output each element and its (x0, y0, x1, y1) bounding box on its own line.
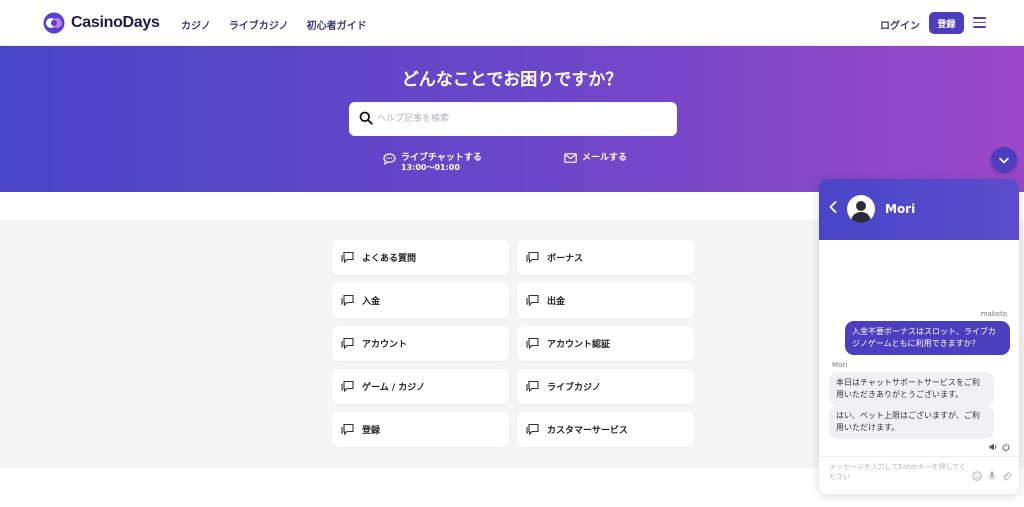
chat-bubble-icon (383, 153, 396, 165)
help-topic-icon (526, 337, 539, 350)
brand-name: CasinoDays (71, 14, 160, 31)
category-withdrawal[interactable]: 出金 (517, 283, 694, 318)
search-bar (349, 102, 677, 136)
live-chat-hours: 13:00〜01:00 (401, 163, 460, 172)
attachment-icon[interactable] (1002, 471, 1011, 481)
chat-composer (819, 456, 1019, 494)
page-title: どんなことでお困りですか？ (401, 70, 623, 90)
help-topic-icon (526, 294, 539, 307)
chat-header: Mori (819, 179, 1019, 240)
help-topic-icon (341, 380, 354, 393)
category-games-casino[interactable]: ゲーム / カジノ (332, 369, 509, 404)
category-label: 出金 (547, 297, 566, 307)
chat-collapse-button[interactable] (991, 147, 1017, 173)
help-topic-icon (341, 423, 354, 436)
category-label: ボーナス (547, 254, 584, 264)
category-account[interactable]: アカウント (332, 326, 509, 361)
help-topic-icon (341, 294, 354, 307)
help-topic-icon (526, 251, 539, 264)
category-customer-service[interactable]: カスタマーサービス (517, 412, 694, 447)
brand-logo[interactable]: CasinoDays (42, 12, 160, 34)
help-topic-icon (341, 251, 354, 264)
user-sender-label: makoto (980, 310, 1007, 318)
email-label: メールする (582, 153, 628, 163)
casino-days-logo-icon (43, 12, 65, 34)
search-icon (359, 111, 373, 125)
help-topic-icon (341, 337, 354, 350)
email-link[interactable]: メールする (564, 153, 627, 163)
user-message: 入金不要ボーナスはスロット、ライブカジノゲームともに利用できますか？ (845, 321, 1010, 355)
live-chat-widget: Mori makoto 入金不要ボーナスはスロット、ライブカジノゲームともに利用… (819, 179, 1019, 494)
category-label: 登録 (362, 426, 381, 436)
category-faq[interactable]: よくある質問 (332, 240, 509, 275)
main-nav: カジノ ライブカジノ 初心者ガイド (181, 17, 367, 32)
agent-sender-label: Mori (832, 361, 848, 369)
live-chat-link[interactable]: ライブチャットする 13:00〜01:00 (383, 153, 482, 173)
chat-message-input[interactable] (829, 462, 969, 490)
mail-icon (564, 153, 577, 163)
live-chat-label: ライブチャットする (401, 153, 482, 163)
category-label: ゲーム / カジノ (362, 383, 426, 393)
category-label: 入金 (362, 297, 381, 307)
chevron-down-icon (999, 157, 1009, 163)
message-tools (989, 443, 1010, 451)
agent-message: 本日はチャットサポートサービスをご利用いただきありがとうございます。 (829, 372, 994, 406)
emoji-icon[interactable] (972, 471, 982, 481)
help-topic-icon (526, 380, 539, 393)
login-link[interactable]: ログイン (880, 17, 920, 32)
agent-avatar (847, 195, 875, 223)
category-deposit[interactable]: 入金 (332, 283, 509, 318)
nav-link-casino[interactable]: カジノ (181, 17, 211, 32)
category-label: アカウント (362, 340, 408, 350)
composer-actions (972, 471, 1011, 481)
category-account-verification[interactable]: アカウント認証 (517, 326, 694, 361)
register-button[interactable]: 登録 (929, 12, 964, 34)
power-icon[interactable] (1002, 443, 1010, 451)
help-topic-icon (526, 423, 539, 436)
category-label: ライブカジノ (547, 383, 601, 393)
category-live-casino[interactable]: ライブカジノ (517, 369, 694, 404)
back-arrow-icon[interactable] (829, 201, 837, 213)
category-label: よくある質問 (362, 254, 417, 264)
help-search-input[interactable] (377, 102, 667, 136)
category-registration[interactable]: 登録 (332, 412, 509, 447)
category-bonus[interactable]: ボーナス (517, 240, 694, 275)
nav-link-live-casino[interactable]: ライブカジノ (229, 17, 289, 32)
help-hero: どんなことでお困りですか？ ライブチャットする 13:00〜01:00 メールす… (0, 46, 1024, 192)
agent-message: はい、ベット上限はございますが、ご利用いただけます。 (829, 405, 994, 439)
hamburger-menu-icon[interactable] (973, 17, 986, 28)
category-label: アカウント認証 (547, 340, 611, 350)
microphone-icon[interactable] (988, 471, 996, 481)
top-navigation-bar: CasinoDays カジノ ライブカジノ 初心者ガイド ログイン 登録 (0, 0, 1024, 46)
user-avatar-icon (851, 201, 871, 223)
speaker-icon[interactable] (989, 443, 998, 451)
category-label: カスタマーサービス (547, 426, 628, 436)
agent-name: Mori (885, 202, 916, 216)
nav-link-beginners-guide[interactable]: 初心者ガイド (307, 17, 367, 32)
